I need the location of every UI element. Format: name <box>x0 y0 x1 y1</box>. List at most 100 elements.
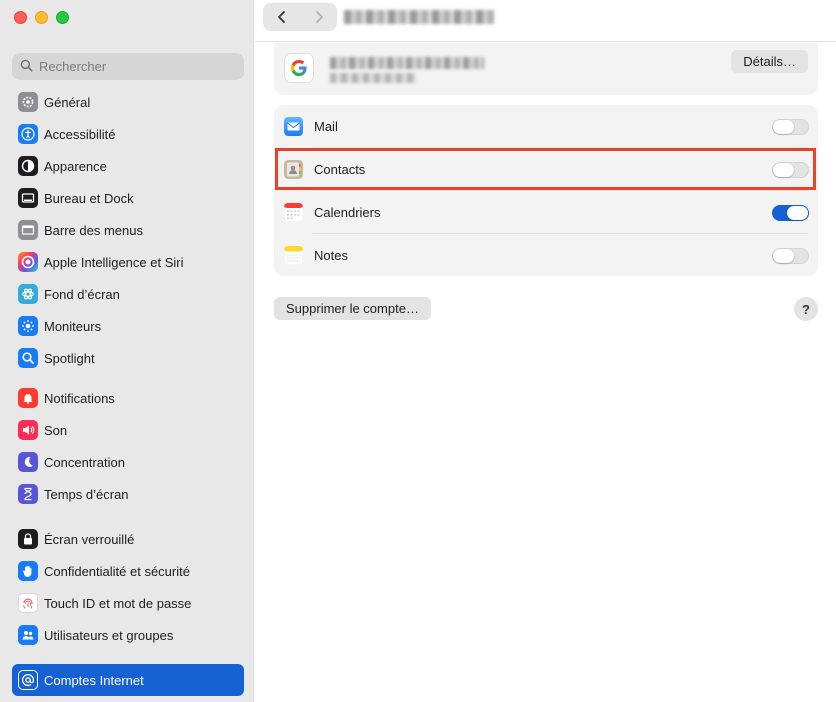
toggle-knob <box>787 205 808 220</box>
sidebar-group: Notifications Son Concentration Temps d’écr… <box>12 382 244 510</box>
sidebar-item-label: Écran verrouillé <box>44 531 135 547</box>
toggle-knob <box>773 248 794 263</box>
main-content: Détails… Mail Contacts Calendriers Notes Su… <box>255 0 836 702</box>
search-input[interactable] <box>39 59 229 74</box>
appearance-icon <box>18 156 38 176</box>
service-row-contacts: Contacts <box>274 148 818 191</box>
window-controls <box>14 11 69 24</box>
at-icon <box>18 670 38 690</box>
wallpaper-icon <box>18 284 38 304</box>
spotlight-icon <box>18 348 38 368</box>
sidebar-item-label: Accessibilité <box>44 126 116 142</box>
forward-button[interactable] <box>300 3 337 31</box>
help-button[interactable]: ? <box>794 297 818 321</box>
details-button[interactable]: Détails… <box>731 50 808 73</box>
privacy-hand-icon <box>18 561 38 581</box>
sidebar-item-temps-d-ecran[interactable]: Temps d’écran <box>12 478 244 510</box>
sidebar-item-notifications[interactable]: Notifications <box>12 382 244 414</box>
sidebar-item-concentration[interactable]: Concentration <box>12 446 244 478</box>
zoom-window-button[interactable] <box>56 11 69 24</box>
sidebar-item-label: Temps d’écran <box>44 486 129 502</box>
service-row-mail: Mail <box>274 105 818 148</box>
service-row-notes: Notes <box>274 234 818 277</box>
users-icon <box>18 625 38 645</box>
gear-icon <box>18 92 38 112</box>
sidebar-item-spotlight[interactable]: Spotlight <box>12 342 244 374</box>
minimize-window-button[interactable] <box>35 11 48 24</box>
sidebar-item-label: Comptes Internet <box>44 672 144 688</box>
service-label: Calendriers <box>314 205 381 220</box>
service-label: Notes <box>314 248 348 263</box>
sidebar-item-label: Bureau et Dock <box>44 190 134 206</box>
sidebar-item-accessibilite[interactable]: Accessibilité <box>12 118 244 150</box>
sidebar-item-son[interactable]: Son <box>12 414 244 446</box>
toggle-knob <box>773 162 794 177</box>
search-icon <box>20 59 33 75</box>
sound-icon <box>18 420 38 440</box>
sidebar-item-apparence[interactable]: Apparence <box>12 150 244 182</box>
sidebar-item-apple-intelligence-et-siri[interactable]: Apple Intelligence et Siri <box>12 246 244 278</box>
history-navigation <box>263 3 337 31</box>
redacted-account-name <box>330 57 484 69</box>
sidebar-item-label: Spotlight <box>44 350 95 366</box>
notes-toggle[interactable] <box>772 247 809 264</box>
fingerprint-icon <box>18 593 38 613</box>
notes-icon <box>284 246 303 265</box>
sidebar-item-label: Concentration <box>44 454 125 470</box>
sidebar-item-label: Confidentialité et sécurité <box>44 563 190 579</box>
sidebar-item-moniteurs[interactable]: Moniteurs <box>12 310 244 342</box>
sidebar-group: Général Accessibilité Apparence Bureau et D… <box>12 86 244 374</box>
lock-icon <box>18 529 38 549</box>
notifications-icon <box>18 388 38 408</box>
sidebar-item-comptes-internet[interactable]: Comptes Internet <box>12 664 244 696</box>
sidebar-item-label: Son <box>44 422 68 438</box>
accessibility-icon <box>18 124 38 144</box>
sidebar-item-utilisateurs-et-groupes[interactable]: Utilisateurs et groupes <box>12 619 244 651</box>
calendriers-toggle[interactable] <box>772 204 809 221</box>
delete-account-button[interactable]: Supprimer le compte… <box>274 297 431 320</box>
account-header-card: Détails… <box>274 43 818 95</box>
sidebar-group: Écran verrouillé Confidentialité et sécur… <box>12 523 244 651</box>
service-row-calendriers: Calendriers <box>274 191 818 234</box>
sidebar-item-label: Fond d’écran <box>44 286 120 302</box>
chevron-right-icon <box>315 11 323 23</box>
sidebar-item-label: Général <box>44 94 91 110</box>
sidebar-item-general[interactable]: Général <box>12 86 244 118</box>
toolbar <box>255 0 836 42</box>
service-label: Mail <box>314 119 338 134</box>
sidebar: Général Accessibilité Apparence Bureau et D… <box>0 0 254 702</box>
display-icon <box>18 316 38 336</box>
sidebar-item-label: Moniteurs <box>44 318 102 334</box>
contacts-toggle[interactable] <box>772 161 809 178</box>
sidebar-item-barre-des-menus[interactable]: Barre des menus <box>12 214 244 246</box>
back-button[interactable] <box>263 3 300 31</box>
sidebar-search[interactable] <box>12 53 244 80</box>
dock-icon <box>18 188 38 208</box>
calendar-icon <box>284 203 303 222</box>
google-logo-icon <box>284 53 314 83</box>
sidebar-item-ecran-verrouille[interactable]: Écran verrouillé <box>12 523 244 555</box>
menubar-icon <box>18 220 38 240</box>
sidebar-item-label: Notifications <box>44 390 115 406</box>
sidebar-item-confidentialite-et-securite[interactable]: Confidentialité et sécurité <box>12 555 244 587</box>
redacted-account-detail <box>330 73 416 83</box>
sidebar-group: Comptes Internet <box>12 664 244 696</box>
redacted-window-title <box>344 10 494 24</box>
contacts-icon <box>284 160 303 179</box>
services-card: Mail Contacts Calendriers Notes <box>274 105 818 276</box>
sidebar-item-fond-d-ecran[interactable]: Fond d’écran <box>12 278 244 310</box>
sidebar-item-label: Apparence <box>44 158 107 174</box>
siri-icon <box>18 252 38 272</box>
sidebar-item-touch-id-et-mot-de-passe[interactable]: Touch ID et mot de passe <box>12 587 244 619</box>
mail-toggle[interactable] <box>772 118 809 135</box>
service-label: Contacts <box>314 162 366 177</box>
sidebar-item-label: Apple Intelligence et Siri <box>44 254 184 270</box>
chevron-left-icon <box>277 11 285 23</box>
focus-icon <box>18 452 38 472</box>
sidebar-item-label: Utilisateurs et groupes <box>44 627 174 643</box>
toggle-knob <box>773 119 794 134</box>
screentime-icon <box>18 484 38 504</box>
close-window-button[interactable] <box>14 11 27 24</box>
sidebar-item-label: Touch ID et mot de passe <box>44 595 192 611</box>
sidebar-item-bureau-et-dock[interactable]: Bureau et Dock <box>12 182 244 214</box>
